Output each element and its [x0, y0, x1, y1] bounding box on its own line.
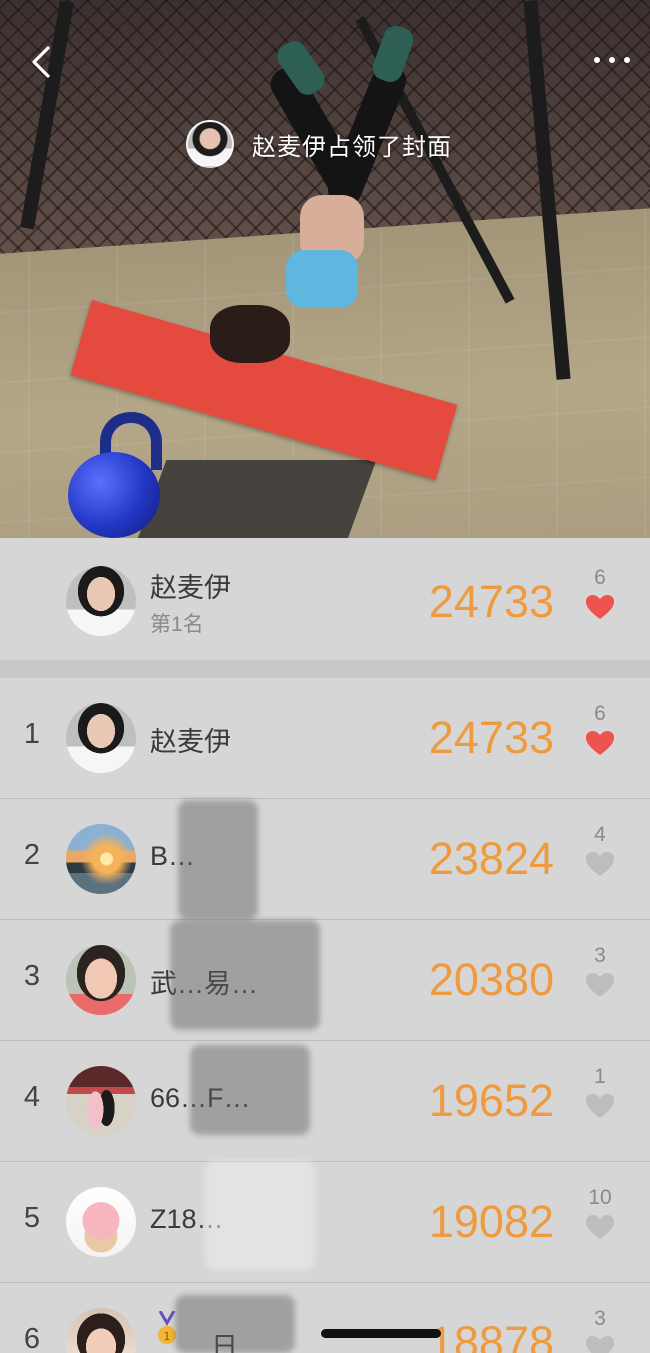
heart-icon[interactable] — [585, 972, 615, 998]
avatar[interactable] — [66, 1308, 136, 1353]
my-name: 赵麦伊 — [150, 573, 231, 603]
rank-number: 4 — [23, 1081, 41, 1113]
cover-owner[interactable]: 赵麦伊占领了封面 — [186, 120, 452, 168]
rank-number: 6 — [23, 1323, 41, 1353]
heart-icon[interactable] — [585, 1214, 615, 1240]
more-dot-icon — [609, 57, 615, 63]
leaderboard-list: 1 赵麦伊 24733 6 2 B… 23824 4 3 武…易… 20380 … — [0, 678, 650, 1353]
like-count: 3 — [594, 1307, 606, 1330]
medal-icon: 1 — [158, 1311, 176, 1344]
avatar[interactable] — [66, 566, 136, 636]
user-name: 赵麦伊 — [150, 727, 231, 757]
cover-owner-text: 赵麦伊占领了封面 — [252, 133, 452, 161]
cover-owner-avatar[interactable] — [186, 120, 234, 168]
user-name: B… — [150, 841, 196, 871]
avatar[interactable] — [66, 945, 136, 1015]
back-button[interactable] — [26, 44, 58, 80]
like-control[interactable]: 1 — [570, 1065, 630, 1119]
more-dot-icon — [624, 57, 630, 63]
home-indicator — [321, 1329, 441, 1338]
avatar[interactable] — [66, 703, 136, 773]
like-count: 1 — [594, 1065, 606, 1088]
leaderboard-row[interactable]: 4 66…F… 19652 1 — [0, 1041, 650, 1162]
heart-icon[interactable] — [585, 594, 615, 620]
step-count: 19082 — [428, 1196, 554, 1247]
like-control[interactable]: 3 — [570, 1307, 630, 1353]
user-name: Z18… — [150, 1204, 224, 1234]
cover-person-hair — [210, 305, 290, 363]
like-count: 6 — [594, 702, 606, 725]
like-control[interactable]: 6 — [570, 702, 630, 756]
section-divider — [0, 660, 650, 678]
leaderboard-row[interactable]: 5 Z18… 19082 10 — [0, 1162, 650, 1283]
svg-text:1: 1 — [164, 1330, 171, 1343]
like-control[interactable]: 10 — [570, 1186, 630, 1240]
cover-kettlebell — [68, 452, 160, 538]
cover-person-top — [286, 250, 358, 308]
more-dot-icon — [594, 57, 600, 63]
my-steps: 24733 — [428, 576, 554, 627]
more-button[interactable] — [594, 50, 630, 70]
step-count: 19652 — [428, 1075, 554, 1126]
like-control[interactable]: 4 — [570, 823, 630, 877]
user-name: 武…易… — [150, 969, 258, 999]
like-control[interactable]: 3 — [570, 944, 630, 998]
rank-number: 3 — [23, 960, 41, 992]
heart-icon[interactable] — [585, 1093, 615, 1119]
like-count: 3 — [594, 944, 606, 967]
avatar[interactable] — [66, 824, 136, 894]
rank-number: 2 — [23, 839, 41, 871]
heart-icon[interactable] — [585, 730, 615, 756]
like-count: 6 — [594, 566, 606, 589]
rank-number: 5 — [23, 1202, 41, 1234]
leaderboard-row[interactable]: 6 1 …日… 18878 3 — [0, 1283, 650, 1353]
like-count: 4 — [594, 823, 606, 846]
leaderboard-row[interactable]: 3 武…易… 20380 3 — [0, 920, 650, 1041]
heart-icon[interactable] — [585, 851, 615, 877]
leaderboard-row[interactable]: 1 赵麦伊 24733 6 — [0, 678, 650, 799]
user-name: …日… — [184, 1332, 265, 1353]
rank-number: 1 — [23, 718, 41, 750]
heart-icon[interactable] — [585, 1335, 615, 1353]
cover-photo[interactable]: 赵麦伊占领了封面 — [0, 0, 650, 538]
cover-dark-tile — [133, 460, 377, 538]
step-count: 24733 — [428, 712, 554, 763]
my-rank-label: 第1名 — [150, 613, 204, 636]
like-control[interactable]: 6 — [570, 566, 630, 620]
leaderboard-row[interactable]: 2 B… 23824 4 — [0, 799, 650, 920]
avatar[interactable] — [66, 1066, 136, 1136]
my-rank-card[interactable]: 赵麦伊 第1名 24733 6 — [0, 538, 650, 660]
step-count: 20380 — [428, 954, 554, 1005]
chevron-left-icon — [32, 46, 50, 78]
step-count: 23824 — [428, 833, 554, 884]
like-count: 10 — [588, 1186, 612, 1209]
user-name: 66…F… — [150, 1083, 251, 1113]
avatar[interactable] — [66, 1187, 136, 1257]
